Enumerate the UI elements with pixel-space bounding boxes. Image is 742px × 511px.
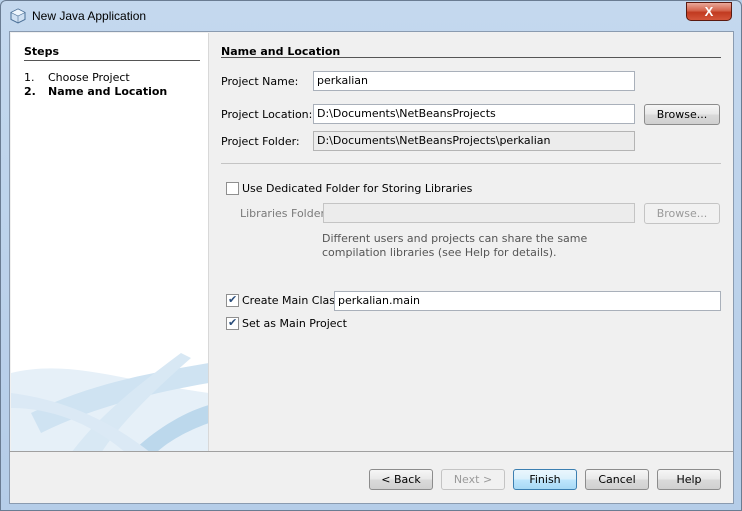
step-number: 1. [24, 71, 35, 84]
steps-divider [24, 60, 200, 61]
main-class-input[interactable]: perkalian.main [334, 291, 721, 311]
project-name-label: Project Name: [221, 75, 299, 88]
help-button[interactable]: Help [657, 469, 721, 490]
check-icon: ✔ [228, 293, 238, 306]
libraries-folder-input[interactable] [323, 203, 635, 223]
section-divider [221, 57, 721, 58]
window-title: New Java Application [32, 9, 147, 23]
create-main-class-checkbox[interactable]: ✔ [226, 293, 239, 307]
dialog-body: Steps 1. Choose Project 2. Name and Locati… [9, 31, 734, 504]
set-main-project-checkbox[interactable]: ✔ [226, 316, 239, 330]
form-divider [221, 163, 721, 164]
project-location-label: Project Location: [221, 108, 313, 121]
dedicated-folder-label: Use Dedicated Folder for Storing Librari… [242, 182, 473, 195]
back-button[interactable]: < Back [369, 469, 433, 490]
steps-title: Steps [24, 45, 60, 58]
step-choose-project: 1. Choose Project [24, 71, 130, 84]
java-cube-icon [10, 8, 26, 24]
close-button[interactable]: X [686, 2, 732, 21]
check-icon: ✔ [228, 316, 238, 329]
title-bar[interactable]: New Java Application X [1, 1, 741, 31]
footer-divider [10, 451, 733, 452]
step-label: Choose Project [48, 71, 130, 84]
create-main-class-label: Create Main Class [242, 294, 341, 307]
step-label: Name and Location [48, 85, 168, 98]
form-panel: Name and Location Project Name: perkalia… [210, 32, 734, 452]
project-location-input[interactable]: D:\Documents\NetBeansProjects [313, 104, 635, 124]
cancel-button[interactable]: Cancel [585, 469, 649, 490]
project-folder-label: Project Folder: [221, 135, 300, 148]
project-folder-field[interactable]: D:\Documents\NetBeansProjects\perkalian [313, 131, 635, 151]
project-name-input[interactable]: perkalian [313, 71, 635, 91]
steps-panel: Steps 1. Choose Project 2. Name and Locati… [11, 33, 209, 451]
browse-location-button[interactable]: Browse... [644, 104, 720, 125]
dedicated-folder-checkbox[interactable] [226, 182, 239, 195]
dialog-window: New Java Application X Steps 1. Choose Pr… [0, 0, 742, 511]
step-name-and-location: 2. Name and Location [24, 85, 167, 98]
set-main-project-label: Set as Main Project [242, 317, 347, 330]
libraries-help-note: Different users and projects can share t… [322, 232, 588, 259]
finish-button[interactable]: Finish [513, 469, 577, 490]
wizard-decoration-image [11, 353, 208, 451]
next-button[interactable]: Next > [441, 469, 505, 490]
browse-libraries-button[interactable]: Browse... [644, 203, 720, 224]
libraries-folder-label: Libraries Folder: [240, 207, 329, 220]
step-number: 2. [24, 85, 36, 98]
